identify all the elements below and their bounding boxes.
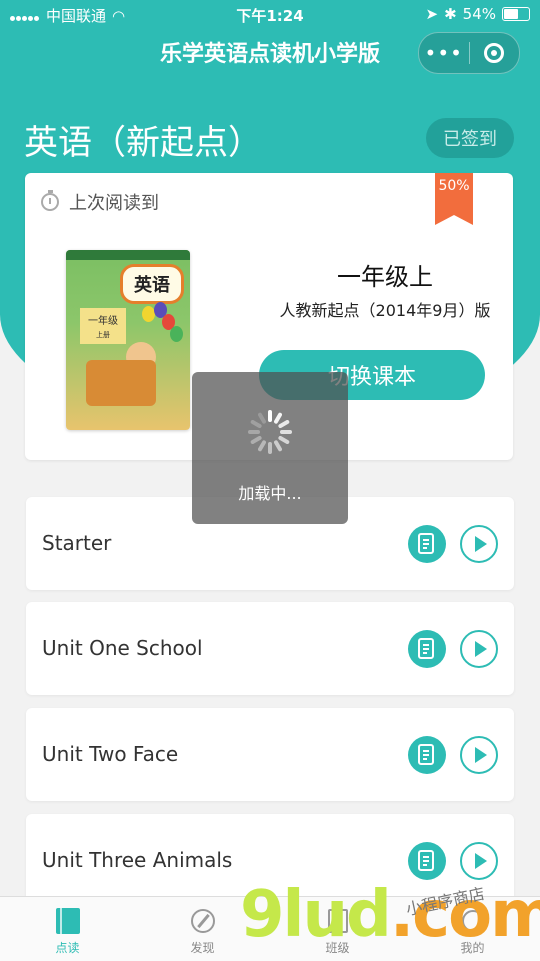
subject-title: 英语（新起点） — [24, 123, 262, 163]
book-icon — [54, 907, 82, 935]
cover-title: 英语 — [120, 264, 184, 304]
play-icon — [475, 641, 487, 657]
unit-name: Unit Two Face — [42, 742, 179, 766]
loading-toast: 加载中... — [192, 372, 348, 524]
more-dots-icon: ••• — [424, 41, 463, 65]
book-grade: 一年级上 — [337, 263, 433, 291]
battery-percent: 54% — [462, 5, 496, 23]
play-icon — [475, 536, 487, 552]
play-button[interactable] — [460, 630, 498, 668]
location-icon: ➤ — [425, 5, 439, 23]
cover-top-band — [66, 250, 190, 260]
cover-grade-box: 一年级 上册 — [80, 308, 126, 344]
document-icon — [418, 638, 434, 659]
timer-icon — [41, 190, 59, 211]
last-read-header: 上次阅读到 — [41, 189, 159, 215]
unit-name: Starter — [42, 531, 112, 555]
document-button[interactable] — [408, 842, 446, 880]
unit-name: Unit Three Animals — [42, 848, 233, 872]
play-button[interactable] — [460, 525, 498, 563]
cover-grade: 一年级 — [88, 316, 118, 327]
unit-item[interactable]: Unit One School — [26, 602, 514, 695]
document-icon — [418, 533, 434, 554]
book-cover[interactable]: 英语 一年级 上册 — [66, 250, 190, 430]
tab-dianldu[interactable]: 点读 — [0, 897, 135, 961]
watermark-brand: 9lud — [240, 878, 392, 952]
document-button[interactable] — [408, 736, 446, 774]
play-icon — [475, 747, 487, 763]
cover-balloon — [170, 326, 183, 342]
tab-label: 点读 — [55, 941, 80, 955]
close-button[interactable] — [470, 33, 520, 73]
battery-icon — [502, 7, 530, 21]
loading-spinner-icon — [248, 410, 292, 454]
play-icon — [475, 853, 487, 869]
bluetooth-icon: ✱ — [444, 5, 457, 23]
document-icon — [418, 744, 434, 765]
mini-program-capsule: ••• — [418, 32, 520, 74]
progress-badge: 50% — [435, 173, 473, 225]
document-button[interactable] — [408, 525, 446, 563]
cover-volume: 上册 — [96, 331, 110, 339]
document-icon — [418, 850, 434, 871]
target-circle-icon — [484, 43, 505, 63]
watermark-logo: 9lud.com — [240, 878, 540, 952]
play-button[interactable] — [460, 842, 498, 880]
status-bar: 中国联通 ◠ 下午1:24 ➤ ✱ 54% — [0, 0, 540, 28]
document-button[interactable] — [408, 630, 446, 668]
compass-icon — [189, 907, 217, 935]
more-button[interactable]: ••• — [419, 33, 469, 73]
signed-in-button[interactable]: 已签到 — [426, 118, 514, 158]
cover-illustration — [86, 360, 156, 406]
unit-name: Unit One School — [42, 636, 203, 660]
tab-label: 发现 — [190, 941, 215, 955]
last-read-label: 上次阅读到 — [69, 193, 159, 214]
play-button[interactable] — [460, 736, 498, 774]
loading-text: 加载中... — [238, 484, 302, 503]
unit-item[interactable]: Unit Two Face — [26, 708, 514, 801]
book-edition: 人教新起点（2014年9月）版 — [279, 301, 491, 320]
